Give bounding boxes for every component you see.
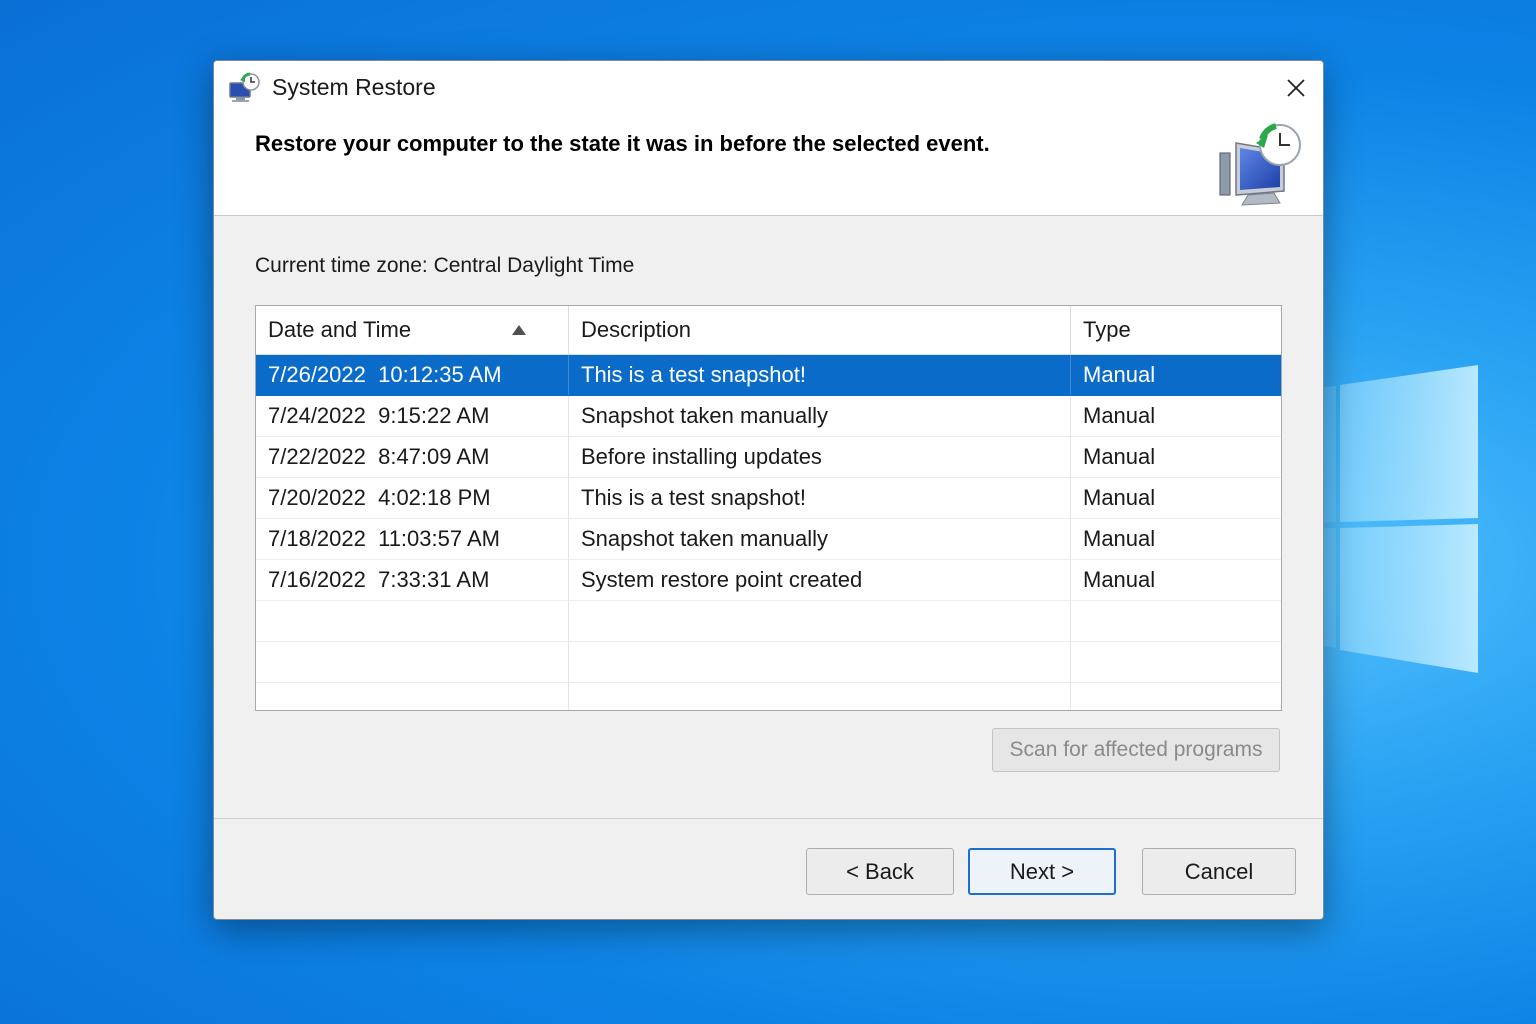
empty-row [256, 683, 1281, 710]
cell-date-and-time: 7/26/2022 10:12:35 AM [256, 355, 569, 395]
empty-cell [569, 642, 1071, 682]
cell-type: Manual [1083, 485, 1156, 510]
next-button[interactable]: Next > [968, 848, 1116, 895]
cell-date-and-time: 7/16/2022 7:33:31 AM [256, 560, 569, 600]
empty-cell [1071, 683, 1281, 710]
dialog-heading: Restore your computer to the state it wa… [255, 131, 990, 156]
column-header-description[interactable]: Description [569, 306, 1071, 354]
cell-date-and-time: 7/24/2022 9:15:22 AM [256, 396, 569, 436]
empty-cell [256, 642, 569, 682]
timezone-label: Current time zone: Central Daylight Time [255, 254, 635, 277]
cell-date-and-time: 7/20/2022 4:02:18 PM [256, 478, 569, 518]
cell-description: Snapshot taken manually [569, 519, 1071, 559]
empty-cell [1071, 642, 1281, 682]
system-restore-icon [229, 72, 260, 102]
desktop: System Restore Restore your computer to … [0, 0, 1536, 1024]
table-row[interactable]: 7/18/2022 11:03:57 AM Snapshot taken man… [256, 519, 1281, 560]
cell-description: This is a test snapshot! [569, 355, 1071, 395]
footer-divider [214, 818, 1323, 819]
cell-type: Manual [1083, 526, 1156, 551]
scan-for-affected-programs-button[interactable]: Scan for affected programs [992, 728, 1280, 772]
restore-computer-clock-icon [1219, 123, 1301, 206]
cancel-button[interactable]: Cancel [1142, 848, 1296, 895]
empty-row [256, 642, 1281, 683]
table-row[interactable]: 7/22/2022 8:47:09 AM Before installing u… [256, 437, 1281, 478]
cell-type: Manual [1083, 403, 1156, 428]
cell-date-and-time: 7/22/2022 8:47:09 AM [256, 437, 569, 477]
sort-ascending-icon [512, 325, 526, 335]
empty-cell [256, 683, 569, 710]
restore-points-list[interactable]: Date and Time Description Type 7/26/2022… [255, 305, 1282, 711]
table-row[interactable]: 7/16/2022 7:33:31 AM System restore poin… [256, 560, 1281, 601]
cell-description: Before installing updates [569, 437, 1071, 477]
cell-type: Manual [1083, 567, 1156, 592]
windows-logo-wallpaper [1300, 365, 1478, 673]
dialog-header: System Restore Restore your computer to … [214, 61, 1323, 216]
column-header-date-and-time[interactable]: Date and Time [256, 306, 569, 354]
empty-cell [569, 683, 1071, 710]
cell-description: This is a test snapshot! [569, 478, 1071, 518]
cell-type: Manual [1083, 362, 1156, 387]
table-row[interactable]: 7/24/2022 9:15:22 AM Snapshot taken manu… [256, 396, 1281, 437]
empty-cell [256, 601, 569, 641]
system-restore-dialog: System Restore Restore your computer to … [213, 60, 1324, 920]
column-header-label: Date and Time [268, 317, 412, 342]
cell-date-and-time: 7/18/2022 11:03:57 AM [256, 519, 569, 559]
close-icon [1287, 79, 1305, 97]
empty-row [256, 601, 1281, 642]
column-header-type[interactable]: Type [1071, 306, 1281, 354]
table-row[interactable]: 7/26/2022 10:12:35 AM This is a test sna… [256, 355, 1281, 396]
empty-cell [569, 601, 1071, 641]
column-header-label: Type [1083, 317, 1131, 342]
back-button[interactable]: < Back [806, 848, 954, 895]
empty-cell [1071, 601, 1281, 641]
cell-type: Manual [1083, 444, 1156, 469]
cell-description: System restore point created [569, 560, 1071, 600]
close-button[interactable] [1276, 71, 1316, 105]
list-header: Date and Time Description Type [256, 306, 1281, 355]
window-title: System Restore [272, 74, 436, 100]
table-row[interactable]: 7/20/2022 4:02:18 PM This is a test snap… [256, 478, 1281, 519]
cell-description: Snapshot taken manually [569, 396, 1071, 436]
column-header-label: Description [581, 317, 692, 342]
